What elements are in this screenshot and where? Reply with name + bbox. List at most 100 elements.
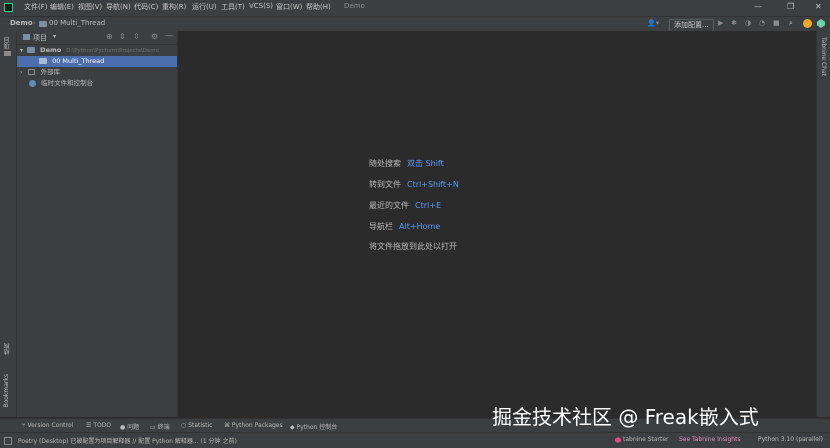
hint-shortcut: Ctrl+Shift+N [407,180,459,189]
tabnine-status[interactable]: tabnine Starter [623,436,669,443]
tabnine-chat-tab[interactable]: Tabnine Chat [820,37,827,76]
project-tool-icon[interactable] [4,51,11,56]
tool-version-control[interactable]: ⑂ Version Control [22,422,73,429]
tabnine-icon [615,437,621,443]
menu-refactor[interactable]: 重构(R) [162,2,186,12]
project-tool-tab[interactable]: 项目 [3,37,12,49]
tool-python-console[interactable]: ◆ Python 控制台 [290,422,337,431]
coverage-icon[interactable]: ◑ [745,19,751,27]
menu-view[interactable]: 视图(V) [78,2,102,12]
tool-statistic[interactable]: ○ Statistic [181,422,212,429]
menu-edit[interactable]: 编辑(E) [50,2,74,12]
tool-terminal[interactable]: ▭ 终端 [150,422,170,431]
hint-label: 随处搜索 [369,159,401,168]
menu-window[interactable]: 窗口(W) [276,2,302,12]
hide-panel-icon[interactable]: — [165,31,174,41]
tool-todo[interactable]: ☰ TODO [86,422,111,429]
folder-icon [27,47,36,53]
statistic-icon: ○ [181,422,187,429]
hint-navigation-bar: 导航栏 Alt+Home [369,221,440,232]
folder-label: 00 Multi_Thread [52,57,105,65]
editor-area[interactable]: 随处搜索 双击 Shift 转到文件 Ctrl+Shift+N 最近的文件 Ctrl+… [178,31,815,417]
tree-item-scratches[interactable]: 临时文件和控制台 [17,78,177,89]
menu-run[interactable]: 运行(U) [192,2,217,12]
project-view-selector[interactable]: 项目 [33,33,47,43]
hint-label: 最近的文件 [369,201,409,210]
list-icon: ☰ [86,422,92,429]
project-panel: 项目 ▾ ⊕ ⇕ ⇳ ⚙ — ▾ Demo D:\Python\PycharmP… [17,31,178,417]
restore-button[interactable]: ❐ [787,2,794,11]
python-console-icon: ◆ [290,424,295,431]
status-bar: Poetry (Desktop) 已被配置为项目解释器 // 配置 Python… [0,432,830,448]
collapse-all-icon[interactable]: ⇕ [119,32,126,41]
scratches-label: 临时文件和控制台 [41,79,94,87]
chevron-down-icon: ▾ [20,47,24,54]
tree-item-selected-folder[interactable]: 00 Multi_Thread [17,56,177,67]
menu-code[interactable]: 代码(C) [134,2,158,12]
watermark: 掘金技术社区 @ Freak嵌入式 [492,405,759,429]
breadcrumb-separator: › [33,19,36,27]
gear-icon[interactable]: ⚙ [151,32,158,41]
window-title: Demo [344,2,365,10]
debug-icon[interactable]: ✱ [731,19,737,27]
breadcrumb-folder[interactable]: 00 Multi_Thread [49,19,105,27]
hint-search-everywhere: 随处搜索 双击 Shift [369,158,444,169]
tool-problems[interactable]: ● 问题 [120,422,139,431]
hint-recent-files: 最近的文件 Ctrl+E [369,200,441,211]
menu-vcs[interactable]: VCS(S) [249,2,273,10]
expand-all-icon[interactable]: ⇳ [133,32,140,41]
close-button[interactable]: ✕ [815,2,822,11]
project-view-icon [23,34,30,40]
hint-label: 导航栏 [369,222,393,231]
status-message[interactable]: Poetry (Desktop) 已被配置为项目解释器 // 配置 Python… [18,436,237,445]
locate-icon[interactable]: ⊕ [106,32,113,41]
run-icon[interactable]: ▶ [718,19,723,27]
right-tool-strip: Tabnine Chat [816,31,830,417]
tool-python-packages[interactable]: ⌘ Python Packages [224,422,283,429]
stop-icon[interactable]: ■ [773,19,780,27]
chevron-down-icon[interactable]: ▾ [53,33,56,40]
navigation-bar: Demo › 00 Multi_Thread 👤▾ 添加配置... ▶ ✱ ◑ … [0,16,830,32]
folder-icon [39,58,47,64]
menu-help[interactable]: 帮助(H) [306,2,331,12]
menu-file[interactable]: 文件(F) [24,2,48,12]
chevron-right-icon: › [20,69,23,76]
breadcrumb-project[interactable]: Demo [10,19,33,27]
hint-drop-files: 将文件拖放到此处以打开 [369,241,457,252]
terminal-icon: ▭ [150,424,156,431]
menu-bar: 文件(F) 编辑(E) 视图(V) 导航(N) 代码(C) 重构(R) 运行(U… [0,0,830,16]
tree-item-external-libraries[interactable]: › 外部库 [17,67,177,78]
hint-shortcut: Alt+Home [399,222,441,231]
project-panel-header: 项目 ▾ ⊕ ⇕ ⇳ ⚙ — [17,31,177,45]
hint-label: 将文件拖放到此处以打开 [369,242,457,251]
root-path: D:\Python\PycharmProjects\Demo [66,48,160,54]
update-icon[interactable] [803,19,812,28]
menu-tools[interactable]: 工具(T) [221,2,245,12]
bookmarks-tool-tab[interactable]: Bookmarks [3,374,10,408]
user-icon[interactable]: 👤▾ [647,19,659,27]
tree-root-demo[interactable]: ▾ Demo D:\Python\PycharmProjects\Demo [17,45,177,56]
tabnine-insights-link[interactable]: See Tabnine Insights [679,436,741,443]
python-interpreter[interactable]: Python 3.10 (parallel) [758,436,823,443]
python-icon: ⌘ [224,422,230,429]
structure-tool-tab[interactable]: 结构 [3,343,12,355]
hint-shortcut: Ctrl+E [415,201,441,210]
search-icon[interactable]: ⌕ [789,19,793,28]
hint-label: 转到文件 [369,180,401,189]
app-logo[interactable] [4,3,13,12]
left-tool-strip: 项目 结构 Bookmarks [0,31,17,417]
collapse-icon[interactable] [4,437,12,445]
root-name: Demo [40,46,62,54]
hint-goto-file: 转到文件 Ctrl+Shift+N [369,179,459,190]
tabnine-icon[interactable] [817,19,825,28]
folder-icon [39,21,47,27]
hint-shortcut: 双击 Shift [407,159,444,168]
problems-icon: ● [120,424,126,431]
minimize-button[interactable]: — [754,2,762,11]
scratches-icon [29,79,36,87]
external-libraries-label: 外部库 [40,68,61,76]
library-icon [28,69,36,75]
menu-navigate[interactable]: 导航(N) [106,2,131,12]
profile-icon[interactable]: ◔ [759,19,765,27]
branch-icon: ⑂ [22,422,26,429]
